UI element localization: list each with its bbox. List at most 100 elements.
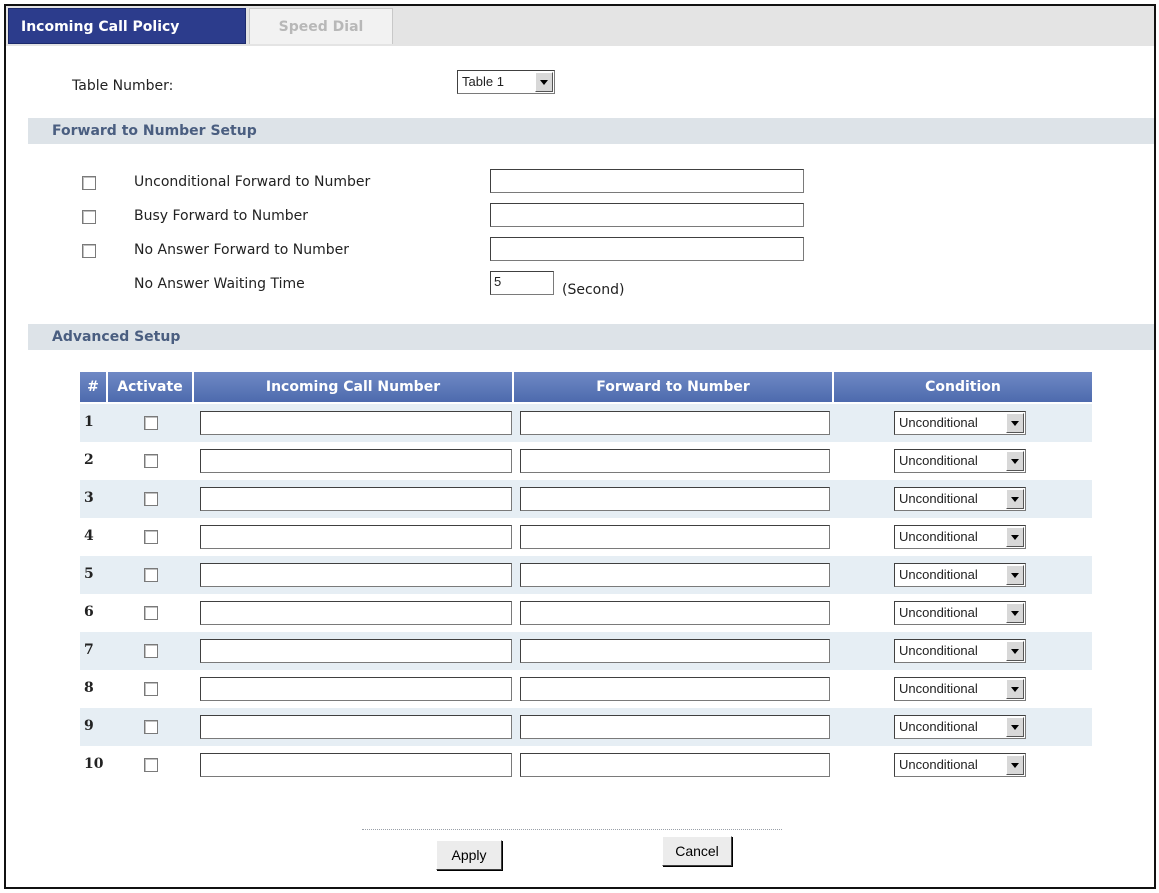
incoming-call-number-input[interactable] xyxy=(200,601,512,625)
chevron-down-icon[interactable] xyxy=(1006,755,1024,775)
condition-select[interactable]: Unconditional xyxy=(894,715,1026,739)
forward-to-number-input[interactable] xyxy=(520,715,830,739)
table-row: 1 Unconditional xyxy=(80,404,1092,442)
no-answer-forward-checkbox[interactable] xyxy=(82,244,96,258)
forward-to-number-input[interactable] xyxy=(520,601,830,625)
condition-value: Unconditional xyxy=(899,491,978,506)
chevron-down-icon[interactable] xyxy=(1006,717,1024,737)
activate-checkbox[interactable] xyxy=(144,416,158,430)
no-answer-forward-input[interactable] xyxy=(490,237,804,261)
chevron-down-icon[interactable] xyxy=(1006,603,1024,623)
condition-value: Unconditional xyxy=(899,453,978,468)
activate-checkbox[interactable] xyxy=(144,606,158,620)
row-number: 1 xyxy=(84,414,94,430)
chevron-down-icon[interactable] xyxy=(1006,413,1024,433)
forward-to-number-input[interactable] xyxy=(520,639,830,663)
row-number: 7 xyxy=(84,642,94,658)
apply-button[interactable]: Apply xyxy=(436,840,502,870)
chevron-down-icon[interactable] xyxy=(1006,451,1024,471)
incoming-call-number-input[interactable] xyxy=(200,639,512,663)
row-number: 8 xyxy=(84,680,94,696)
condition-select[interactable]: Unconditional xyxy=(894,487,1026,511)
chevron-down-icon[interactable] xyxy=(1006,527,1024,547)
no-answer-wait-label: No Answer Waiting Time xyxy=(134,276,305,292)
table-row: 4 Unconditional xyxy=(80,518,1092,556)
row-number: 9 xyxy=(84,718,94,734)
forward-to-number-input[interactable] xyxy=(520,563,830,587)
condition-select[interactable]: Unconditional xyxy=(894,449,1026,473)
forward-to-number-input[interactable] xyxy=(520,449,830,473)
chevron-down-icon[interactable] xyxy=(1006,489,1024,509)
condition-select[interactable]: Unconditional xyxy=(894,677,1026,701)
table-row: 7 Unconditional xyxy=(80,632,1092,670)
condition-value: Unconditional xyxy=(899,567,978,582)
condition-value: Unconditional xyxy=(899,415,978,430)
incoming-call-number-input[interactable] xyxy=(200,525,512,549)
table-number-label: Table Number: xyxy=(72,78,174,94)
forward-to-number-input[interactable] xyxy=(520,753,830,777)
activate-checkbox[interactable] xyxy=(144,454,158,468)
tab-speed-dial[interactable]: Speed Dial xyxy=(249,8,393,44)
busy-forward-input[interactable] xyxy=(490,203,804,227)
table-row: 8 Unconditional xyxy=(80,670,1092,708)
incoming-call-number-input[interactable] xyxy=(200,487,512,511)
row-number: 10 xyxy=(84,756,104,772)
table-row: 3 Unconditional xyxy=(80,480,1092,518)
condition-select[interactable]: Unconditional xyxy=(894,411,1026,435)
activate-checkbox[interactable] xyxy=(144,492,158,506)
chevron-down-icon[interactable] xyxy=(535,72,553,92)
busy-forward-label: Busy Forward to Number xyxy=(134,208,309,224)
wait-unit-label: (Second) xyxy=(562,282,625,298)
table-number-select[interactable]: Table 1 xyxy=(457,70,555,94)
condition-select[interactable]: Unconditional xyxy=(894,601,1026,625)
chevron-down-icon[interactable] xyxy=(1006,641,1024,661)
condition-select[interactable]: Unconditional xyxy=(894,525,1026,549)
chevron-down-icon[interactable] xyxy=(1006,679,1024,699)
cancel-button[interactable]: Cancel xyxy=(662,836,732,866)
activate-checkbox[interactable] xyxy=(144,568,158,582)
table-header: # Activate Incoming Call Number Forward … xyxy=(80,372,1092,402)
condition-value: Unconditional xyxy=(899,529,978,544)
activate-checkbox[interactable] xyxy=(144,530,158,544)
activate-checkbox[interactable] xyxy=(144,758,158,772)
incoming-call-number-input[interactable] xyxy=(200,715,512,739)
tab-incoming-call-policy[interactable]: Incoming Call Policy xyxy=(8,8,246,44)
unconditional-forward-input[interactable] xyxy=(490,169,804,193)
unconditional-forward-label: Unconditional Forward to Number xyxy=(134,174,371,190)
incoming-call-number-input[interactable] xyxy=(200,677,512,701)
busy-forward-checkbox[interactable] xyxy=(82,210,96,224)
activate-checkbox[interactable] xyxy=(144,644,158,658)
incoming-call-number-input[interactable] xyxy=(200,563,512,587)
condition-select[interactable]: Unconditional xyxy=(894,753,1026,777)
column-header-num: # xyxy=(80,372,108,402)
table-row: 9 Unconditional xyxy=(80,708,1092,746)
incoming-call-number-input[interactable] xyxy=(200,449,512,473)
advanced-section-header: Advanced Setup xyxy=(28,324,1154,350)
condition-value: Unconditional xyxy=(899,719,978,734)
forward-to-number-input[interactable] xyxy=(520,411,830,435)
no-answer-wait-input[interactable]: 5 xyxy=(490,271,554,295)
incoming-call-number-input[interactable] xyxy=(200,753,512,777)
config-panel: Incoming Call Policy Speed Dial Table Nu… xyxy=(4,4,1156,889)
condition-value: Unconditional xyxy=(899,643,978,658)
row-number: 6 xyxy=(84,604,94,620)
activate-checkbox[interactable] xyxy=(144,682,158,696)
forward-to-number-input[interactable] xyxy=(520,677,830,701)
forward-section-header: Forward to Number Setup xyxy=(28,118,1154,144)
activate-checkbox[interactable] xyxy=(144,720,158,734)
tab-bar: Incoming Call Policy Speed Dial xyxy=(6,6,1154,46)
forward-to-number-input[interactable] xyxy=(520,525,830,549)
table-row: 5 Unconditional xyxy=(80,556,1092,594)
column-header-incoming-call-number: Incoming Call Number xyxy=(194,372,514,402)
incoming-call-number-input[interactable] xyxy=(200,411,512,435)
condition-value: Unconditional xyxy=(899,681,978,696)
chevron-down-icon[interactable] xyxy=(1006,565,1024,585)
condition-select[interactable]: Unconditional xyxy=(894,563,1026,587)
row-number: 2 xyxy=(84,452,94,468)
forward-to-number-input[interactable] xyxy=(520,487,830,511)
table-number-value: Table 1 xyxy=(462,74,504,89)
unconditional-forward-checkbox[interactable] xyxy=(82,176,96,190)
table-row: 10 Unconditional xyxy=(80,746,1092,784)
table-row: 2 Unconditional xyxy=(80,442,1092,480)
condition-select[interactable]: Unconditional xyxy=(894,639,1026,663)
